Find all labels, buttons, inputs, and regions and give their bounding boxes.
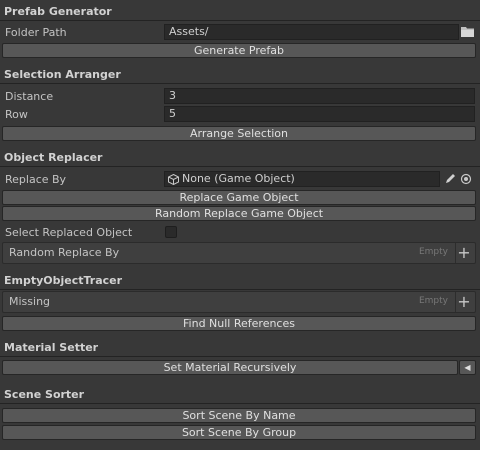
scene-sorter-title: Scene Sorter	[4, 388, 85, 401]
find-null-references-button[interactable]: Find Null References	[2, 316, 476, 331]
generate-prefab-button[interactable]: Generate Prefab	[2, 43, 476, 58]
pencil-icon[interactable]	[444, 173, 456, 188]
sort-scene-by-name-button[interactable]: Sort Scene By Name	[2, 408, 476, 423]
distance-label: Distance	[5, 90, 54, 103]
folder-icon[interactable]	[461, 26, 474, 40]
arrange-selection-button[interactable]: Arrange Selection	[2, 126, 476, 141]
folder-path-field[interactable]: Assets/	[164, 24, 459, 40]
row-label: Row	[5, 108, 28, 121]
selection-arranger-title: Selection Arranger	[4, 68, 121, 81]
section-divider	[0, 356, 480, 357]
missing-label: Missing	[9, 295, 51, 308]
row-field[interactable]: 5	[164, 106, 475, 122]
empty-indicator: Empty	[418, 247, 448, 257]
select-replaced-object-label: Select Replaced Object	[5, 226, 133, 239]
add-item-icon[interactable]: +	[455, 292, 472, 312]
add-item-icon[interactable]: +	[455, 243, 472, 263]
distance-field[interactable]: 3	[164, 88, 475, 104]
gameobject-icon	[168, 173, 179, 188]
folder-path-label: Folder Path	[5, 26, 67, 39]
set-material-recursively-button[interactable]: Set Material Recursively	[2, 360, 458, 375]
section-divider	[0, 20, 480, 21]
material-setter-title: Material Setter	[4, 341, 99, 354]
missing-list[interactable]: Missing Empty +	[2, 291, 476, 313]
select-replaced-object-checkbox[interactable]	[165, 226, 177, 238]
section-divider	[0, 289, 480, 290]
empty-object-tracer-title: EmptyObjectTracer	[4, 274, 123, 287]
object-picker-icon[interactable]	[460, 173, 472, 188]
replace-by-field[interactable]: None (Game Object)	[164, 171, 440, 187]
section-divider	[0, 83, 480, 84]
empty-indicator: Empty	[418, 296, 448, 306]
section-divider	[0, 166, 480, 167]
replace-game-object-button[interactable]: Replace Game Object	[2, 190, 476, 205]
replace-by-label: Replace By	[5, 173, 67, 186]
random-replace-by-label: Random Replace By	[9, 246, 120, 259]
random-replace-game-object-button[interactable]: Random Replace Game Object	[2, 206, 476, 221]
random-replace-by-list[interactable]: Random Replace By Empty +	[2, 242, 476, 264]
object-replacer-title: Object Replacer	[4, 151, 103, 164]
section-divider	[0, 403, 480, 404]
dropdown-arrow-icon[interactable]: ◀	[459, 360, 476, 375]
prefab-generator-title: Prefab Generator	[4, 5, 112, 18]
sort-scene-by-group-button[interactable]: Sort Scene By Group	[2, 425, 476, 440]
